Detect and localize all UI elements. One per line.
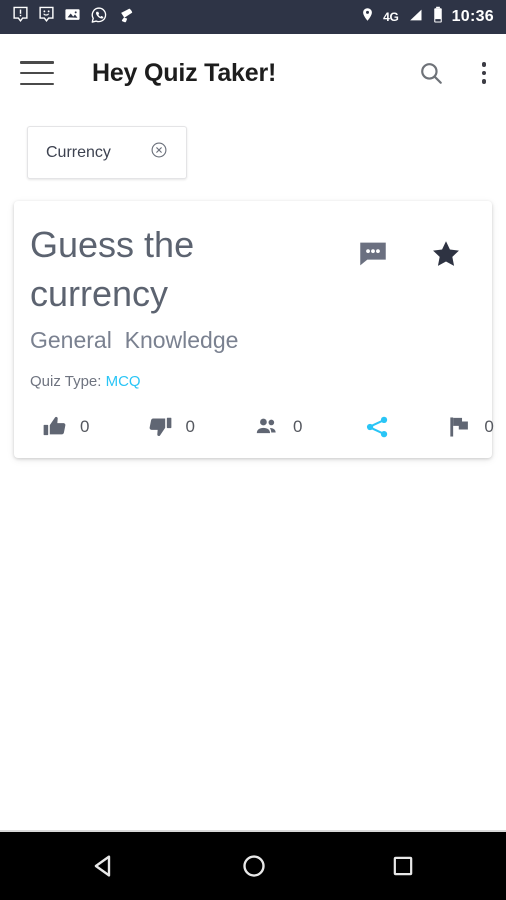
app-bar-actions [418, 60, 486, 86]
whatsapp-notification-icon [90, 6, 108, 29]
recents-square-icon[interactable] [389, 852, 417, 880]
home-circle-icon[interactable] [239, 851, 269, 881]
quiz-title: Guess the currency [30, 224, 195, 314]
page-title: Hey Quiz Taker! [92, 58, 277, 87]
more-vertical-icon[interactable] [481, 62, 486, 84]
share-button[interactable] [364, 414, 390, 440]
star-filled-icon[interactable] [430, 238, 462, 275]
smiley-notification-icon [38, 6, 55, 28]
filter-chip-currency[interactable]: Currency [27, 126, 187, 179]
status-bar-notifications [12, 6, 135, 29]
close-circle-icon[interactable] [150, 141, 168, 164]
back-triangle-icon[interactable] [89, 851, 119, 881]
flag-icon [450, 417, 469, 437]
system-navigation-bar [0, 832, 506, 900]
signal-bars-icon [407, 7, 424, 28]
thumbs-up-icon [43, 416, 66, 436]
players-count: 0 [292, 416, 303, 436]
comment-bubble-icon[interactable] [356, 237, 390, 276]
quiz-type-label: Quiz Type: [30, 372, 102, 390]
hamburger-menu-icon[interactable] [20, 61, 54, 85]
quiz-stats-row: 0 0 0 0 [30, 414, 494, 440]
dislike-button[interactable]: 0 [147, 414, 195, 440]
people-icon [256, 418, 276, 433]
alert-notification-icon [12, 6, 29, 28]
report-button[interactable]: 0 [446, 414, 494, 440]
quiz-card-header-actions [356, 221, 476, 276]
network-type-label: 4G [383, 10, 399, 24]
players-count-item[interactable]: 0 [253, 414, 302, 440]
status-bar: 4G 10:36 [0, 0, 506, 34]
flag-count: 0 [484, 416, 494, 436]
battery-icon [432, 6, 444, 29]
photo-notification-icon [64, 6, 81, 28]
quiz-category: General Knowledge [30, 326, 239, 353]
location-pin-icon [360, 6, 375, 28]
cleaner-notification-icon [117, 6, 135, 29]
app-bar: Hey Quiz Taker! [0, 34, 506, 112]
thumbs-down-icon [150, 417, 172, 436]
quiz-type-row: Quiz Type: MCQ [30, 373, 476, 390]
filter-chip-row: Currency [0, 112, 506, 179]
dislike-count: 0 [185, 416, 195, 436]
quiz-list: Guess the currency General Knowledge Qui… [0, 179, 506, 458]
like-button[interactable]: 0 [42, 414, 89, 440]
status-bar-clock: 10:36 [451, 8, 494, 25]
quiz-card-header: Guess the currency [30, 221, 476, 319]
filter-chip-label: Currency [46, 143, 111, 161]
like-count: 0 [80, 416, 90, 436]
status-bar-indicators: 4G 10:36 [360, 6, 494, 29]
share-icon [367, 416, 388, 438]
search-icon[interactable] [418, 60, 444, 86]
quiz-card[interactable]: Guess the currency General Knowledge Qui… [14, 201, 494, 458]
quiz-type-value[interactable]: MCQ [106, 373, 141, 390]
